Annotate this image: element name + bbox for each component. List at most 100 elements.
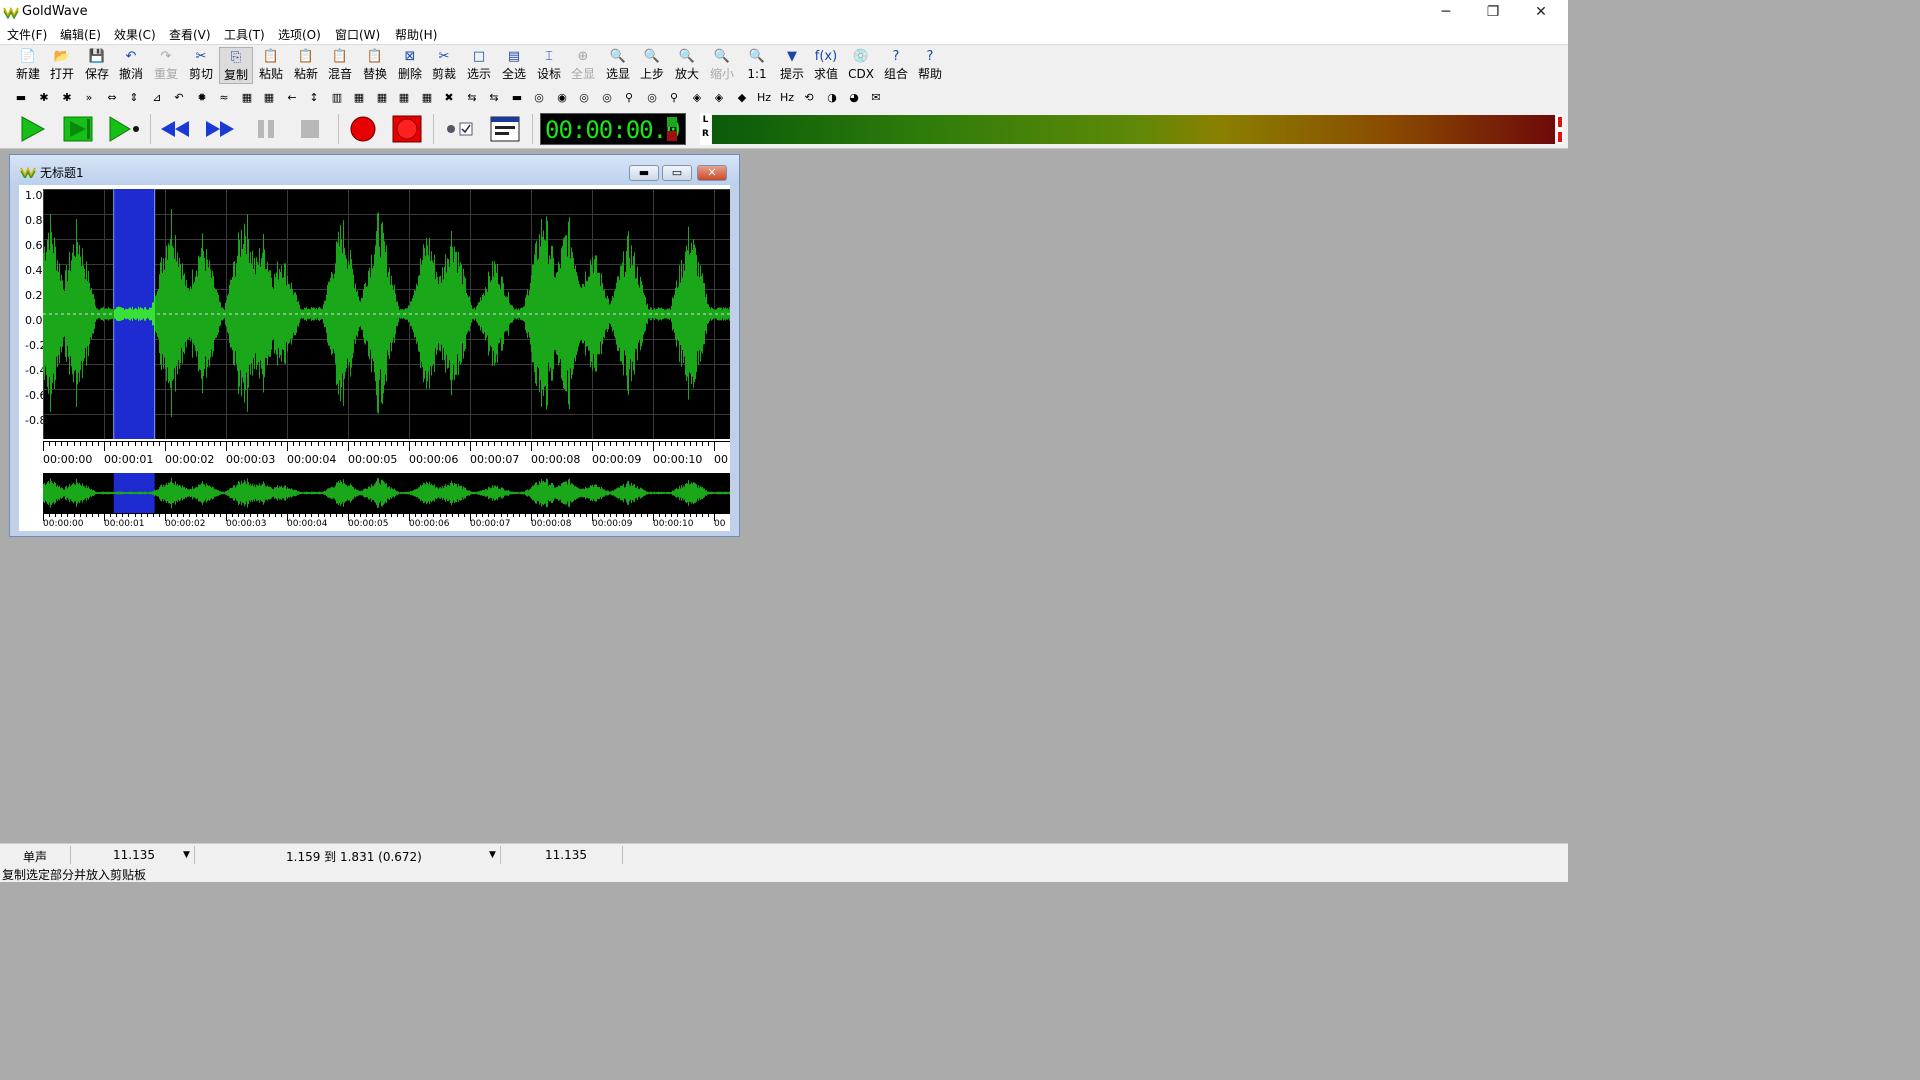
delete-button[interactable]: ⊠ 删除 xyxy=(393,47,427,84)
effect-tool-icon[interactable]: ≈ xyxy=(215,89,233,107)
waveform-view[interactable] xyxy=(43,189,730,439)
rewind-icon[interactable] xyxy=(155,113,195,145)
undo-button[interactable]: ↶ 撤消 xyxy=(114,47,148,84)
effect-tool-icon[interactable]: ◑ xyxy=(823,89,841,107)
menu-edit[interactable]: 编辑(E) xyxy=(60,26,101,43)
effect-tool-icon[interactable]: ⚲ xyxy=(665,89,683,107)
overview-waveform[interactable] xyxy=(43,473,730,513)
effect-tool-icon[interactable]: ◎ xyxy=(575,89,593,107)
help-button[interactable]: ? 帮助 xyxy=(913,47,947,84)
combine-button[interactable]: ? 组合 xyxy=(879,47,913,84)
stop-icon[interactable] xyxy=(290,113,330,145)
effect-tool-icon[interactable]: ▦ xyxy=(395,89,413,107)
effect-tool-icon[interactable]: ▬ xyxy=(12,89,30,107)
effect-tool-icon[interactable]: ◈ xyxy=(710,89,728,107)
time-ruler[interactable]: 00:00:00 00:00:01 00:00:02 00:00:03 00:0… xyxy=(43,441,730,469)
effect-tool-icon[interactable]: » xyxy=(80,89,98,107)
paste-button[interactable]: 📋 粘贴 xyxy=(254,47,288,84)
select-view-button[interactable]: □ 选示 xyxy=(462,47,496,84)
effect-tool-icon[interactable]: ⇕ xyxy=(125,89,143,107)
effect-tool-icon[interactable]: ▦ xyxy=(350,89,368,107)
mix-button[interactable]: 📋 混音 xyxy=(323,47,357,84)
evaluate-button[interactable]: f(x) 求值 xyxy=(809,47,843,84)
effect-tool-icon[interactable]: ⊿ xyxy=(148,89,166,107)
effect-tool-icon[interactable]: ◎ xyxy=(643,89,661,107)
paste-new-button[interactable]: 📋 粘新 xyxy=(289,47,323,84)
record-icon[interactable] xyxy=(343,113,383,145)
zoom-in-button[interactable]: 🔍 放大 xyxy=(670,47,704,84)
zoom-1-1-button[interactable]: 🔍 1:1 xyxy=(740,47,774,84)
effect-tool-icon[interactable]: ⟲ xyxy=(800,89,818,107)
effect-tool-icon[interactable]: ▦ xyxy=(373,89,391,107)
previous-zoom-button[interactable]: 🔍 上步 xyxy=(635,47,669,84)
effect-tool-icon[interactable]: Hz xyxy=(755,89,773,107)
replace-button[interactable]: 📋 替换 xyxy=(358,47,392,84)
effect-tool-icon[interactable]: ◉ xyxy=(553,89,571,107)
effect-tool-icon[interactable]: ✱ xyxy=(58,89,76,107)
monitor-icon[interactable] xyxy=(440,113,480,145)
menu-options[interactable]: 选项(O) xyxy=(278,26,321,43)
new-button[interactable]: 📄 新建 xyxy=(11,47,45,84)
effect-tool-icon[interactable]: ⇆ xyxy=(485,89,503,107)
effect-tool-icon[interactable]: ◈ xyxy=(688,89,706,107)
menu-window[interactable]: 窗口(W) xyxy=(335,26,380,43)
doc-restore-button[interactable]: ▭ xyxy=(662,165,692,181)
effect-tool-icon[interactable]: ⚲ xyxy=(620,89,638,107)
copy-button[interactable]: ⎘ 复制 xyxy=(219,47,253,84)
time-label: 00:00:06 xyxy=(409,519,450,529)
menu-file[interactable]: 文件(F) xyxy=(7,26,47,43)
effect-tool-icon[interactable]: ✖ xyxy=(440,89,458,107)
show-all-button[interactable]: ⊕ 全显 xyxy=(566,47,600,84)
fast-forward-icon[interactable] xyxy=(200,113,240,145)
y-axis-label: 0.4 xyxy=(25,264,43,277)
show-selection-button[interactable]: 🔍 选显 xyxy=(601,47,635,84)
effect-tool-icon[interactable]: ⇔ xyxy=(103,89,121,107)
zoom-out-button[interactable]: 🔍 缩小 xyxy=(705,47,739,84)
effect-tool-icon[interactable]: ▦ xyxy=(260,89,278,107)
effect-tool-icon[interactable]: ✹ xyxy=(193,89,211,107)
effect-tool-icon[interactable]: ▬ xyxy=(508,89,526,107)
menu-effects[interactable]: 效果(C) xyxy=(114,26,156,43)
effect-tool-icon[interactable]: ← xyxy=(283,89,301,107)
selection-dropdown-icon[interactable]: ▼ xyxy=(489,850,496,860)
doc-minimize-button[interactable]: ▬ xyxy=(629,165,659,181)
cue-button[interactable]: ▼ 提示 xyxy=(775,47,809,84)
effect-tool-icon[interactable]: ↶ xyxy=(170,89,188,107)
set-marker-button[interactable]: ⌶ 设标 xyxy=(532,47,566,84)
play-from-icon[interactable] xyxy=(104,113,144,145)
effect-tool-icon[interactable]: Hz xyxy=(778,89,796,107)
effect-tool-icon[interactable]: ◕ xyxy=(845,89,863,107)
restore-button[interactable]: ❐ xyxy=(1470,0,1516,24)
save-button[interactable]: 💾 保存 xyxy=(80,47,114,84)
effect-tool-icon[interactable]: ▦ xyxy=(238,89,256,107)
control-properties-icon[interactable] xyxy=(485,113,525,145)
pause-icon[interactable] xyxy=(246,113,286,145)
cut-button[interactable]: ✂ 剪切 xyxy=(184,47,218,84)
menu-view[interactable]: 查看(V) xyxy=(169,26,211,43)
play-selection-icon[interactable] xyxy=(58,113,98,145)
minimize-button[interactable]: ─ xyxy=(1423,0,1469,24)
cdx-button[interactable]: 💿 CDX xyxy=(844,47,878,84)
play-icon[interactable] xyxy=(14,113,54,145)
zoom-previous-icon: 🔍 xyxy=(643,49,661,64)
effect-tool-icon[interactable]: ◎ xyxy=(530,89,548,107)
effect-tool-icon[interactable]: ✱ xyxy=(35,89,53,107)
effect-tool-icon[interactable]: ▦ xyxy=(418,89,436,107)
close-button[interactable]: ✕ xyxy=(1518,0,1564,24)
trim-button[interactable]: ✂ 剪裁 xyxy=(427,47,461,84)
menu-help[interactable]: 帮助(H) xyxy=(395,26,437,43)
menu-tools[interactable]: 工具(T) xyxy=(224,26,265,43)
doc-close-button[interactable]: ✕ xyxy=(697,165,727,181)
time-display: 00:00:00.0 xyxy=(540,113,686,145)
effect-tool-icon[interactable]: ◆ xyxy=(733,89,751,107)
record-selection-icon[interactable] xyxy=(387,113,427,145)
effect-tool-icon[interactable]: ↕ xyxy=(305,89,323,107)
select-all-button[interactable]: ▤ 全选 xyxy=(497,47,531,84)
open-button[interactable]: 📂 打开 xyxy=(45,47,79,84)
redo-button[interactable]: ↷ 重复 xyxy=(149,47,183,84)
length-dropdown-icon[interactable]: ▼ xyxy=(183,850,190,860)
effect-tool-icon[interactable]: ◎ xyxy=(598,89,616,107)
effect-tool-icon[interactable]: ✉ xyxy=(867,89,885,107)
effect-tool-icon[interactable]: ⇆ xyxy=(463,89,481,107)
effect-tool-icon[interactable]: ▥ xyxy=(328,89,346,107)
